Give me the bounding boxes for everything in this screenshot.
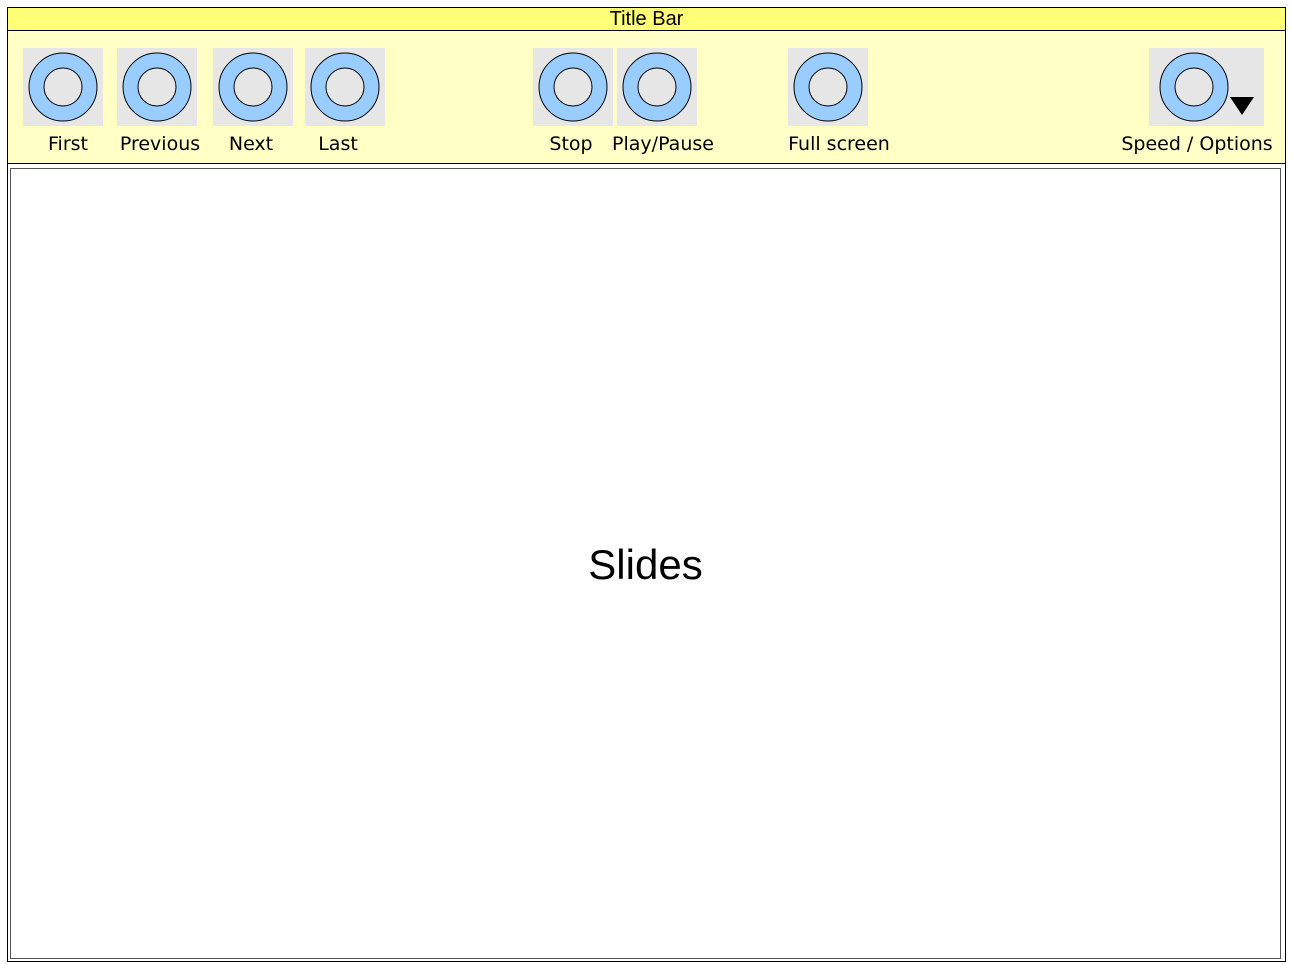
last-label[interactable]: Last: [318, 133, 358, 155]
stop-label[interactable]: Stop: [549, 133, 592, 155]
slides-area[interactable]: Slides: [10, 168, 1281, 959]
previous-button[interactable]: [117, 48, 197, 126]
stop-button[interactable]: [533, 48, 613, 126]
window-title: Title Bar: [609, 8, 684, 30]
next-button[interactable]: [213, 48, 293, 126]
play-pause-button[interactable]: [617, 48, 697, 126]
last-button[interactable]: [305, 48, 385, 126]
triangle-down-icon: [1230, 97, 1254, 115]
circle-icon: [622, 52, 692, 122]
circle-icon: [122, 52, 192, 122]
circle-icon: [538, 52, 608, 122]
circle-icon: [310, 52, 380, 122]
circle-icon: [793, 52, 863, 122]
first-button[interactable]: [23, 48, 103, 126]
circle-icon: [28, 52, 98, 122]
speed-options-label[interactable]: Speed / Options: [1121, 133, 1272, 155]
full-screen-label[interactable]: Full screen: [788, 133, 890, 155]
slideshow-window: Title Bar First Previous Next Last Stop …: [7, 7, 1286, 962]
circle-icon: [218, 52, 288, 122]
slides-label: Slides: [588, 541, 703, 588]
title-bar: Title Bar: [8, 8, 1285, 31]
previous-label[interactable]: Previous: [120, 133, 200, 155]
speed-options-button[interactable]: [1149, 48, 1264, 126]
toolbar: First Previous Next Last Stop Play/Pause…: [8, 31, 1285, 164]
full-screen-button[interactable]: [788, 48, 868, 126]
next-label[interactable]: Next: [229, 133, 273, 155]
play-pause-label[interactable]: Play/Pause: [612, 133, 714, 155]
first-label[interactable]: First: [48, 133, 88, 155]
